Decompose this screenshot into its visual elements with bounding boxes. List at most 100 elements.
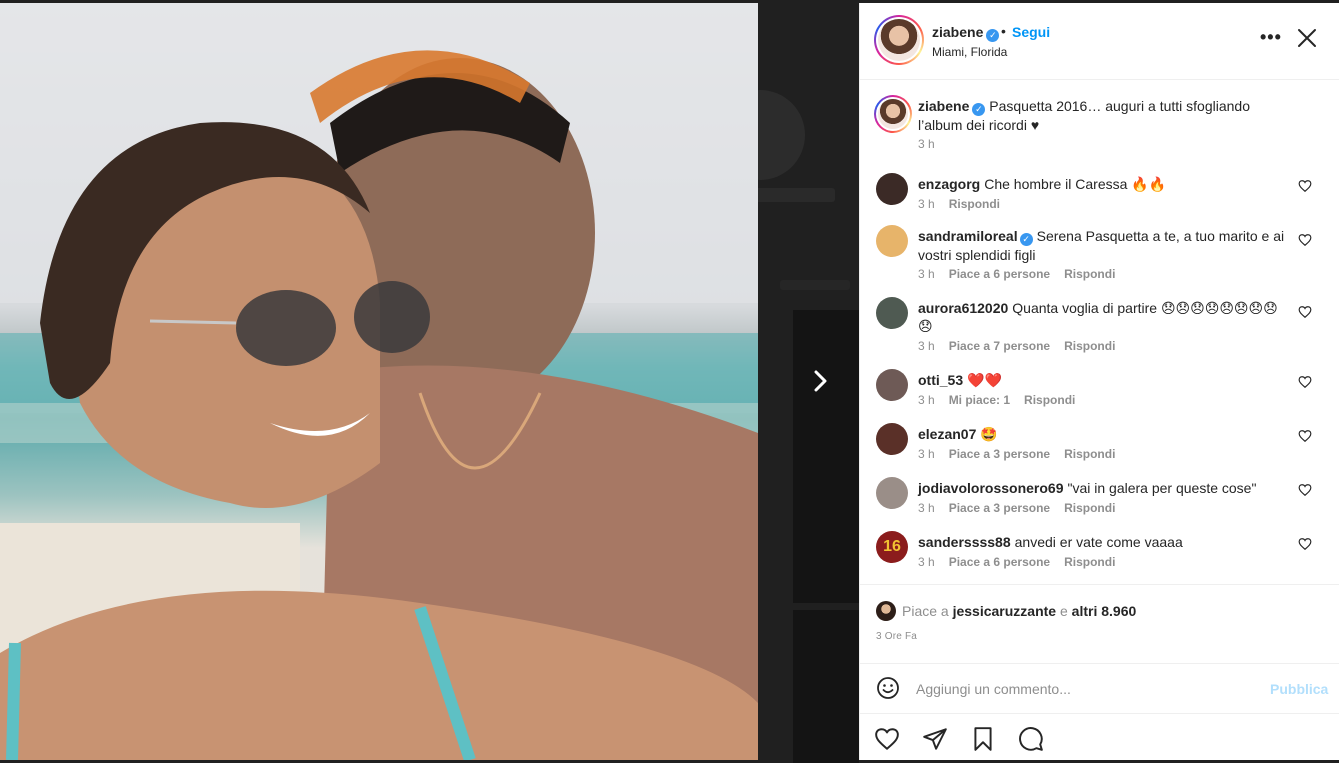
heart-icon[interactable] — [1298, 375, 1312, 389]
comment-avatar[interactable] — [876, 423, 908, 455]
post-location[interactable]: Miami, Florida — [932, 45, 1007, 59]
emoji-icon[interactable] — [876, 676, 900, 700]
comment-time: 3 h — [918, 447, 935, 461]
comment-body: ❤️❤️ — [967, 372, 1002, 388]
comment-body: Che hombre il Caressa 🔥🔥 — [984, 176, 1167, 192]
comment-text: otti_53 ❤️❤️ — [918, 371, 1288, 389]
post-actions — [860, 713, 1339, 761]
likes-count[interactable]: Piace a 3 persone — [949, 447, 1050, 461]
comment-body: anvedi er vate come vaaaa — [1014, 534, 1183, 550]
background-post-tile — [793, 310, 859, 603]
comment-username[interactable]: otti_53 — [918, 372, 963, 388]
liker-username[interactable]: jessicaruzzante — [953, 603, 1057, 619]
comment-username[interactable]: enzagorg — [918, 176, 980, 192]
comment-meta: 3 h Piace a 6 persone Rispondi — [918, 267, 1129, 281]
comment-meta: 3 h Piace a 3 persone Rispondi — [918, 501, 1129, 515]
comment-username[interactable]: elezan07 — [918, 426, 976, 442]
next-image-button[interactable] — [803, 364, 837, 398]
reply-button[interactable]: Rispondi — [1064, 339, 1115, 353]
likes-count[interactable]: Mi piace: 1 — [949, 393, 1010, 407]
likes-summary[interactable]: Piace a jessicaruzzante e altri 8.960 — [876, 601, 1136, 621]
caption-text: ziabene ✓ Pasquetta 2016… auguri a tutti … — [918, 97, 1298, 134]
comment-body: 🤩 — [980, 426, 998, 442]
heart-icon[interactable] — [1298, 429, 1312, 443]
post-time: 3 Ore Fa — [876, 631, 918, 642]
caption-time: 3 h — [918, 137, 935, 151]
profile-avatar[interactable] — [874, 15, 924, 65]
likes-others[interactable]: altri 8.960 — [1072, 603, 1137, 619]
comment-time: 3 h — [918, 267, 935, 281]
comment-meta: 3 h Rispondi — [918, 197, 1014, 211]
likes-count[interactable]: Piace a 6 persone — [949, 267, 1050, 281]
post-detail-panel: ziabene ✓ • Segui Miami, Florida ••• ziab… — [859, 3, 1339, 760]
comment-username[interactable]: aurora612020 — [918, 300, 1008, 316]
likes-count[interactable]: Piace a 6 persone — [949, 555, 1050, 569]
photo-illustration — [0, 3, 758, 760]
comment-icon[interactable] — [1018, 726, 1044, 752]
comment-text: aurora612020 Quanta voglia di partire 😞😞😞… — [918, 299, 1288, 335]
post-footer: Piace a jessicaruzzante e altri 8.960 3 … — [860, 584, 1339, 760]
comment-time: 3 h — [918, 555, 935, 569]
comment-text: elezan07 🤩 — [918, 425, 1288, 443]
comment-username[interactable]: jodiavolorossonero69 — [918, 480, 1063, 496]
comment-time: 3 h — [918, 393, 935, 407]
likes-count[interactable]: Piace a 3 persone — [949, 501, 1050, 515]
heart-icon[interactable] — [874, 726, 900, 752]
verified-badge-icon: ✓ — [972, 103, 986, 116]
comments-list[interactable]: ziabene ✓ Pasquetta 2016… auguri a tutti … — [860, 81, 1339, 584]
verified-badge-icon: ✓ — [1019, 233, 1033, 246]
reply-button[interactable]: Rispondi — [1064, 267, 1115, 281]
comment-avatar[interactable] — [876, 225, 908, 257]
heart-icon[interactable] — [1298, 305, 1312, 319]
comment-time: 3 h — [918, 501, 935, 515]
comment-time: 3 h — [918, 339, 935, 353]
bookmark-icon[interactable] — [970, 726, 996, 752]
post-photo[interactable] — [0, 3, 758, 760]
comment-meta: 3 h Piace a 3 persone Rispondi — [918, 447, 1129, 461]
heart-icon[interactable] — [1298, 233, 1312, 247]
verified-badge-icon: ✓ — [986, 29, 1000, 42]
reply-button[interactable]: Rispondi — [1064, 447, 1115, 461]
reply-button[interactable]: Rispondi — [1064, 555, 1115, 569]
likes-count[interactable]: Piace a 7 persone — [949, 339, 1050, 353]
reply-button[interactable]: Rispondi — [1064, 501, 1115, 515]
separator-dot: • — [1001, 23, 1006, 39]
more-options-icon[interactable]: ••• — [1260, 27, 1282, 48]
caption-username[interactable]: ziabene — [918, 98, 969, 114]
comment-avatar[interactable] — [876, 369, 908, 401]
comment-meta: 3 h Piace a 6 persone Rispondi — [918, 555, 1129, 569]
reply-button[interactable]: Rispondi — [949, 197, 1000, 211]
comment-input[interactable] — [916, 678, 1256, 700]
heart-icon[interactable] — [1298, 537, 1312, 551]
comment-text: jodiavolorossonero69 "vai in galera per q… — [918, 479, 1288, 497]
share-icon[interactable] — [922, 726, 948, 752]
background-text — [780, 280, 850, 290]
heart-icon[interactable] — [1298, 483, 1312, 497]
caption-avatar[interactable] — [874, 95, 912, 133]
reply-button[interactable]: Rispondi — [1024, 393, 1075, 407]
comment-username[interactable]: sandramiloreal — [918, 228, 1018, 244]
comment-body: "vai in galera per queste cose" — [1067, 480, 1257, 496]
comment-avatar[interactable]: 16 — [876, 531, 908, 563]
publish-button[interactable]: Pubblica — [1270, 681, 1328, 697]
heart-icon[interactable] — [1298, 179, 1312, 193]
liker-avatar — [876, 601, 896, 621]
background-post-tile — [793, 610, 859, 763]
post-author[interactable]: ziabene ✓ — [932, 24, 1000, 42]
comment-text: sandramiloreal ✓ Serena Pasquetta a te, a … — [918, 227, 1288, 264]
chevron-right-icon — [814, 370, 827, 392]
add-comment-bar: Pubblica — [860, 663, 1339, 713]
comment-avatar[interactable] — [876, 297, 908, 329]
comment-avatar[interactable] — [876, 477, 908, 509]
comment-avatar[interactable] — [876, 173, 908, 205]
post-header: ziabene ✓ • Segui Miami, Florida ••• — [860, 3, 1339, 80]
comment-text: enzagorg Che hombre il Caressa 🔥🔥 — [918, 175, 1288, 193]
close-icon[interactable] — [1296, 27, 1318, 49]
comment-meta: 3 h Piace a 7 persone Rispondi — [918, 339, 1129, 353]
comment-text: sanderssss88 anvedi er vate come vaaaa — [918, 533, 1288, 551]
comment-username[interactable]: sanderssss88 — [918, 534, 1011, 550]
follow-button[interactable]: Segui — [1012, 24, 1050, 40]
comment-meta: 3 h Mi piace: 1 Rispondi — [918, 393, 1089, 407]
background-text — [755, 188, 835, 202]
comment-time: 3 h — [918, 197, 935, 211]
